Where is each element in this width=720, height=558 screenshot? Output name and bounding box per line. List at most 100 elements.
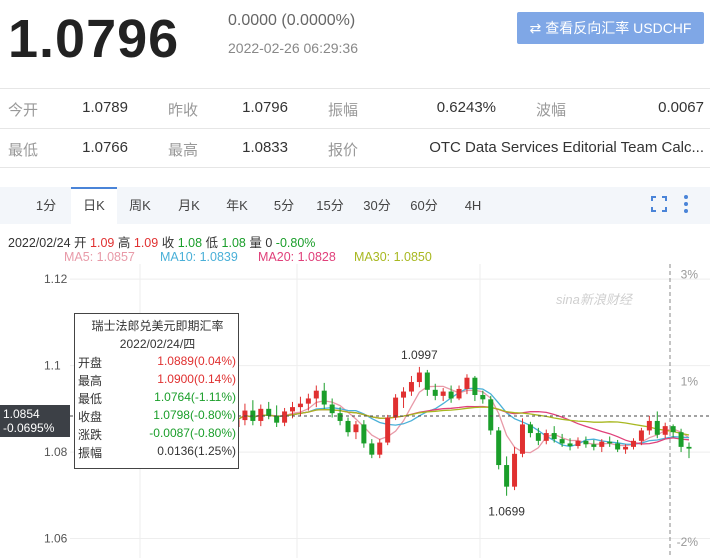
candle-body <box>329 404 335 414</box>
tooltip-value: 0.0136(1.25%) <box>157 444 236 458</box>
ma30-label: MA30: 1.0850 <box>354 250 432 264</box>
tab-5分[interactable]: 5分 <box>266 187 302 224</box>
candle-body <box>591 444 597 447</box>
prev-close-value: 1.0796 <box>242 99 288 116</box>
candle-body <box>408 382 414 392</box>
pct-tick-label: 3% <box>681 268 699 282</box>
candle-body <box>519 424 525 454</box>
quote-table: 今开 1.0789 昨收 1.0796 振幅 0.6243% 波幅 0.0067… <box>0 88 710 168</box>
candle-body <box>282 411 288 423</box>
price-annotation: 1.0997 <box>401 348 438 362</box>
candle-body <box>321 390 327 405</box>
low-label: 最低 <box>8 142 39 159</box>
quote-row: 今开 1.0789 昨收 1.0796 振幅 0.6243% 波幅 0.0067 <box>0 88 710 128</box>
tab-30分[interactable]: 30分 <box>357 187 397 224</box>
tooltip-value: 1.0798(-0.80%) <box>153 408 236 422</box>
candle-body <box>385 417 391 443</box>
ohlc-high-label: 高 <box>117 236 131 250</box>
prev-close-label: 昨收 <box>168 102 199 119</box>
fullscreen-icon[interactable] <box>651 196 667 212</box>
tooltip-label: 最高 <box>78 374 103 388</box>
tab-15分[interactable]: 15分 <box>310 187 350 224</box>
candle-body <box>623 446 629 450</box>
tab-周K[interactable]: 周K <box>118 187 162 224</box>
candle-body <box>488 399 494 431</box>
price-change: 0.0000 (0.0000%) <box>228 12 356 29</box>
candle-body <box>472 377 478 396</box>
y-tick-label: 1.06 <box>44 532 68 546</box>
candle-body <box>290 407 296 412</box>
candle-body <box>599 441 605 447</box>
candle-body <box>512 453 518 487</box>
ohlc-vol-label: 量 <box>249 236 262 250</box>
range-value: 0.0067 <box>658 99 704 116</box>
y-tick-label: 1.12 <box>44 272 68 286</box>
open-label: 今开 <box>8 102 39 119</box>
candle-body <box>496 430 502 466</box>
amplitude-label: 振幅 <box>328 102 359 119</box>
candle-body <box>646 420 652 431</box>
candle-body <box>464 377 470 389</box>
ohlc-open-label: 开 <box>74 236 87 250</box>
tooltip-value: 1.0764(-1.11%) <box>154 390 236 404</box>
candle-body <box>416 372 422 383</box>
candle-body <box>337 413 343 421</box>
tooltip-row: 开盘 1.0889(0.04%) <box>78 354 236 370</box>
tooltip-date: 2022/02/24/四 <box>119 337 196 351</box>
more-icon[interactable] <box>680 192 692 216</box>
current-price: 1.0796 <box>8 9 180 69</box>
candle-body <box>424 372 430 390</box>
tab-月K[interactable]: 月K <box>167 187 211 224</box>
ohlc-close-label: 收 <box>161 236 175 250</box>
reverse-rate-label: 查看反向汇率 USDCHF <box>545 20 692 36</box>
tab-60分[interactable]: 60分 <box>404 187 444 224</box>
tooltip-label: 涨跌 <box>78 428 103 442</box>
ohlc-change: -0.80% <box>275 236 316 250</box>
candle-body <box>266 408 272 416</box>
crosshair-price: 1.0854 <box>3 407 40 421</box>
ohlc-low-label: 低 <box>205 236 219 250</box>
y-tick-label: 1.08 <box>44 445 68 459</box>
reverse-rate-button[interactable]: ⇄ 查看反向汇率 USDCHF <box>517 12 704 44</box>
tab-4H[interactable]: 4H <box>455 187 491 224</box>
open-value: 1.0789 <box>82 99 128 116</box>
candle-body <box>456 388 462 399</box>
tooltip-label: 最低 <box>78 392 103 406</box>
tooltip-title: 瑞士法郎兑美元即期汇率 <box>91 319 224 333</box>
tab-1分[interactable]: 1分 <box>30 187 62 224</box>
ma5-label: MA5: 1.0857 <box>64 250 135 264</box>
candle-body <box>440 391 446 396</box>
candle-body <box>670 426 676 433</box>
candle-body <box>305 398 311 404</box>
candle-body <box>686 446 692 449</box>
ohlc-high: 1.09 <box>133 236 159 250</box>
tab-年K[interactable]: 年K <box>217 187 257 224</box>
ohlc-open: 1.09 <box>90 236 115 250</box>
candle-body <box>583 440 589 445</box>
candle-body <box>559 439 565 444</box>
tooltip-row: 收盘 1.0798(-0.80%) <box>78 408 236 424</box>
candle-body <box>401 391 407 398</box>
candle-body <box>313 390 319 399</box>
ohlc-date: 2022/02/24 <box>8 236 71 250</box>
candle-body <box>504 465 510 487</box>
quote-row: 最低 1.0766 最高 1.0833 报价 OTC Data Services… <box>0 128 710 168</box>
tooltip-value: -0.0087(-0.80%) <box>149 426 236 440</box>
amplitude-value: 0.6243% <box>436 99 496 116</box>
candle-body <box>662 426 668 435</box>
tooltip-row: 振幅 0.0136(1.25%) <box>78 444 236 460</box>
high-value: 1.0833 <box>242 139 288 156</box>
ma-line-series <box>236 385 690 454</box>
candle-body <box>432 389 438 396</box>
tooltip-row: 最低 1.0764(-1.11%) <box>78 390 236 406</box>
candle-body <box>448 391 454 399</box>
ma-line-series <box>236 406 690 436</box>
tab-日K[interactable]: 日K <box>71 187 117 224</box>
crosshair-price-tag: 1.0854 -0.0695% <box>0 405 70 437</box>
source-label: 报价 <box>328 142 359 159</box>
source-value: OTC Data Services Editorial Team Calc... <box>429 139 704 156</box>
candle-body <box>258 408 264 421</box>
range-label: 波幅 <box>536 102 567 119</box>
candle-body <box>535 433 541 441</box>
low-value: 1.0766 <box>82 139 128 156</box>
